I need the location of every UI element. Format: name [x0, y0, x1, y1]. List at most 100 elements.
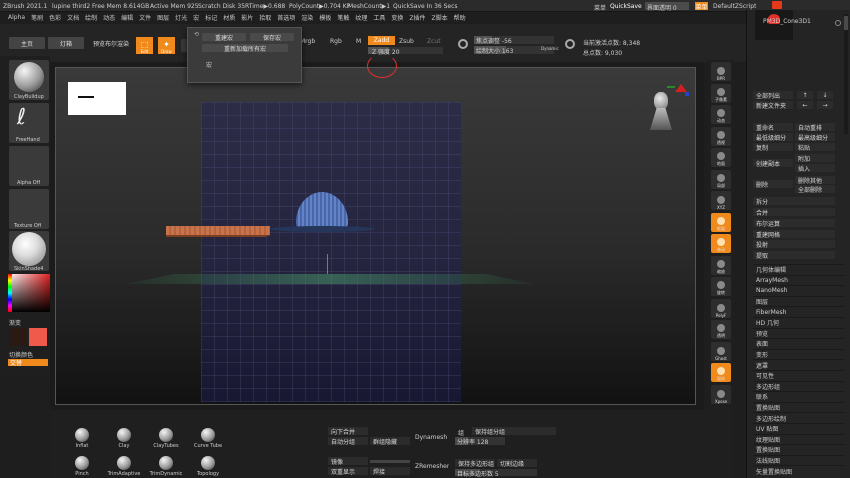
- primary-color-swatch[interactable]: [9, 328, 27, 346]
- zcut-toggle[interactable]: Zcut: [427, 38, 441, 45]
- view-tool-button[interactable]: 地面: [711, 148, 731, 167]
- view-tool-button[interactable]: 缩放: [711, 255, 731, 275]
- dynamic-toggle[interactable]: Dynamic: [541, 46, 559, 51]
- tool-palette-item[interactable]: 法线贴图: [753, 454, 845, 466]
- menu-item[interactable]: 帮助: [451, 13, 469, 22]
- project-section[interactable]: 投射: [753, 240, 835, 249]
- tool-palette-item[interactable]: 联系: [753, 391, 845, 402]
- zsub-toggle[interactable]: Zsub: [399, 38, 414, 45]
- tool-palette-item[interactable]: 遮罩: [753, 359, 845, 370]
- menu-item[interactable]: 绘制: [82, 13, 100, 22]
- move-down-button[interactable]: ↓: [817, 91, 833, 99]
- keep-edges-button[interactable]: 切割边缘: [497, 459, 537, 468]
- rebuild-macro-button[interactable]: 重建宏: [202, 33, 246, 42]
- zremesher-button[interactable]: ZRemesher: [415, 463, 449, 470]
- tool-palette-item[interactable]: 矢量置换贴图: [753, 465, 845, 476]
- auto-groups-button[interactable]: 自动分组: [328, 437, 368, 446]
- move-up-button[interactable]: ↑: [797, 91, 813, 99]
- brush-slot[interactable]: ClayTubes: [146, 428, 186, 452]
- tool-palette-item[interactable]: 置换贴图: [753, 401, 845, 413]
- menu-item[interactable]: 灯光: [172, 13, 190, 22]
- view-tool-button[interactable]: 旋转: [711, 277, 731, 296]
- brush-slot[interactable]: TrimDynamic: [146, 456, 186, 478]
- alternate-toggle[interactable]: 交替: [8, 359, 48, 367]
- menu-item[interactable]: 变换: [388, 13, 406, 22]
- delete-other-button[interactable]: 删除其他: [795, 176, 835, 185]
- rename-button[interactable]: 重命名: [753, 123, 793, 132]
- reload-all-macros-button[interactable]: 重新加载所有宏: [202, 44, 288, 53]
- move-right-button[interactable]: →: [817, 101, 833, 109]
- keep-polygroups-button[interactable]: 保持多边形组: [455, 459, 495, 468]
- menus-button[interactable]: 菜单: [695, 2, 708, 11]
- copy-button[interactable]: 复制: [753, 143, 793, 152]
- subtool-scrollbar[interactable]: [844, 14, 848, 134]
- menu-item[interactable]: 笔触: [334, 13, 352, 22]
- split-section[interactable]: 拆分: [753, 197, 835, 206]
- axis-gizmo-icon[interactable]: [667, 80, 691, 98]
- subtool-scroll-thumb[interactable]: [844, 16, 848, 30]
- menu-item[interactable]: 渲染: [298, 13, 316, 22]
- home-button[interactable]: 主页: [9, 37, 45, 49]
- view-tool-button[interactable]: 框架: [711, 212, 731, 232]
- tool-palette-item[interactable]: UV 贴图: [753, 422, 845, 434]
- extract-section[interactable]: 提取: [753, 251, 835, 260]
- menu-item[interactable]: 宏: [190, 13, 202, 22]
- menu-item[interactable]: 材质: [220, 13, 238, 22]
- brush-slot[interactable]: TrimAdaptive: [104, 456, 144, 478]
- menu-item[interactable]: 首选项: [274, 13, 298, 22]
- append-button[interactable]: 附加: [795, 154, 835, 163]
- menu-item[interactable]: 编辑: [118, 13, 136, 22]
- menu-item[interactable]: 文档: [64, 13, 82, 22]
- paste-button[interactable]: 粘贴: [795, 143, 835, 152]
- keep-groups-button[interactable]: 保持组分组: [472, 427, 556, 436]
- tool-palette-item[interactable]: ArrayMesh: [753, 274, 845, 286]
- tool-palette-item[interactable]: 置换贴图: [753, 444, 845, 455]
- lowest-res-button[interactable]: 最低级细分: [753, 133, 793, 142]
- menu-item[interactable]: 色彩: [46, 13, 64, 22]
- view-tool-button[interactable]: Xpose: [711, 384, 731, 404]
- menu-item[interactable]: 图层: [154, 13, 172, 22]
- resolution-slider[interactable]: 分辨率 128: [455, 437, 505, 446]
- focal-shift-slider[interactable]: 焦点调整 -56: [474, 36, 554, 45]
- menu-item[interactable]: 模板: [316, 13, 334, 22]
- save-macro-button[interactable]: 保存宏: [250, 33, 294, 42]
- gradient-label[interactable]: 渐变: [9, 318, 21, 327]
- view-tool-button[interactable]: 局部: [711, 169, 731, 189]
- view-tool-button[interactable]: 移动: [711, 234, 731, 253]
- view-tool-button[interactable]: 透视: [711, 126, 731, 146]
- list-all-button[interactable]: 全部列出: [753, 91, 793, 100]
- edit-button[interactable]: ⬚ Edit: [136, 37, 153, 54]
- mrgb-toggle[interactable]: Mrgb: [300, 38, 315, 45]
- mirror-slider[interactable]: [370, 460, 410, 463]
- menu-item[interactable]: Alpha: [5, 14, 28, 21]
- default-zscript[interactable]: DefaultZScript: [713, 3, 756, 10]
- tool-palette-item[interactable]: 图层: [753, 295, 845, 307]
- weld-button[interactable]: 焊接: [370, 467, 410, 476]
- menu-item[interactable]: 纹理: [352, 13, 370, 22]
- tool-palette-item[interactable]: FiberMesh: [753, 306, 845, 317]
- view-tool-button[interactable]: 固体: [711, 363, 731, 382]
- view-tool-button[interactable]: BPR: [711, 62, 731, 81]
- zadd-toggle[interactable]: Zadd: [368, 36, 395, 45]
- new-folder-button[interactable]: 新建文件夹: [753, 101, 793, 110]
- lightbox-button[interactable]: 灯箱: [48, 37, 84, 49]
- tool-palette-item[interactable]: 多边形组: [753, 380, 845, 392]
- brush-slot[interactable]: Pinch: [62, 456, 102, 478]
- merge-section[interactable]: 合并: [753, 208, 835, 217]
- brush-slot[interactable]: Inflat: [62, 428, 102, 452]
- view-tool-button[interactable]: Ghost: [711, 341, 731, 361]
- z-intensity-slider[interactable]: Z 强度 20: [368, 47, 443, 56]
- highest-res-button[interactable]: 最高级细分: [795, 133, 835, 142]
- quicksave-button[interactable]: QuickSave: [610, 3, 642, 10]
- boolean-section[interactable]: 布尔运算: [753, 219, 835, 228]
- macro-submenu[interactable]: 宏: [206, 60, 212, 69]
- menu-item[interactable]: 文件: [136, 13, 154, 22]
- stroke-selector[interactable]: ℓ FreeHand: [9, 103, 49, 143]
- brush-selector[interactable]: ClayBuildup: [9, 60, 49, 100]
- move-left-button[interactable]: ←: [797, 101, 813, 109]
- texture-selector[interactable]: Texture Off: [9, 189, 49, 229]
- tool-palette-item[interactable]: 多边形绘制: [753, 412, 845, 423]
- rgb-toggle[interactable]: Rgb: [330, 38, 342, 45]
- delete-button[interactable]: 删除: [753, 180, 793, 189]
- menu-item[interactable]: 动态: [100, 13, 118, 22]
